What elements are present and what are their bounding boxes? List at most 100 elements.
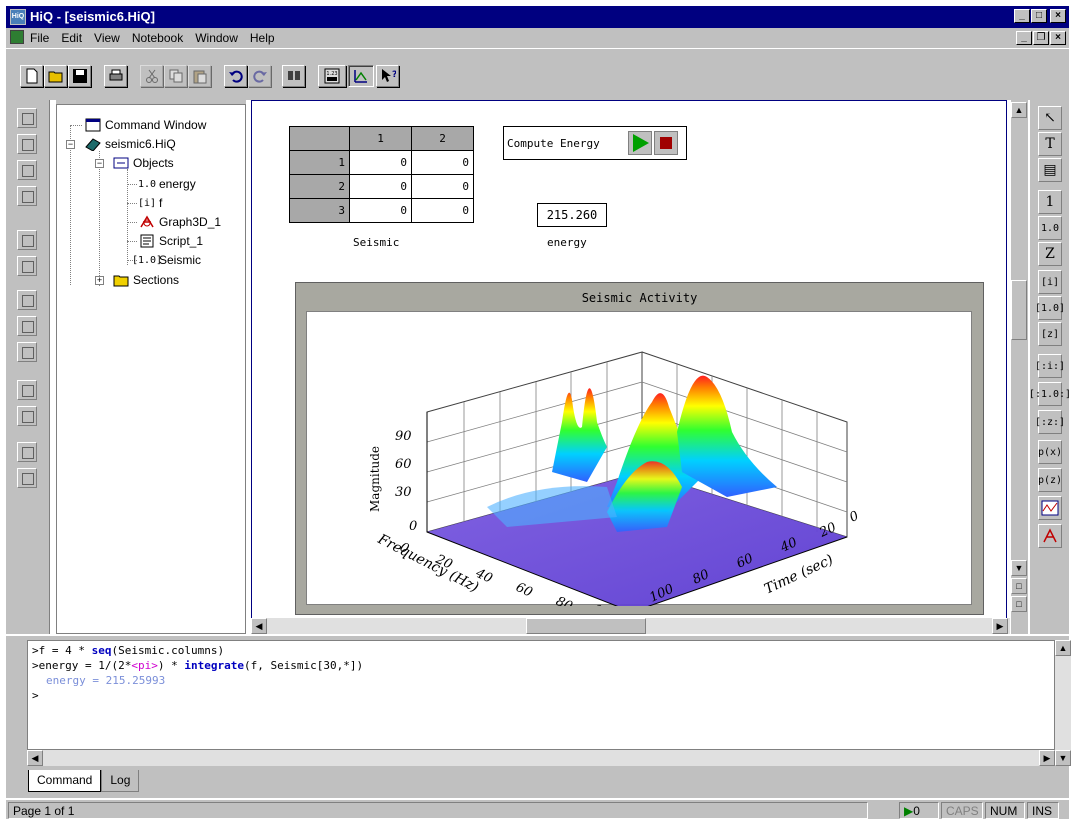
matrix-cell[interactable]: 0 [411, 198, 474, 223]
menu-window[interactable]: Window [195, 31, 238, 45]
graph3d-button[interactable] [1038, 524, 1062, 548]
same-height-icon[interactable] [17, 290, 37, 310]
space-vertical-icon[interactable] [17, 380, 37, 400]
notebook-vertical-scrollbar[interactable]: ▲ ▼ □ □ [1010, 100, 1028, 634]
doc-close-button[interactable]: × [1050, 31, 1066, 45]
cmd-scroll-up-button[interactable]: ▲ [1055, 640, 1071, 656]
cmd-scroll-right-button[interactable]: ▶ [1039, 750, 1055, 766]
sections-expander[interactable]: + [95, 276, 104, 285]
complex-polynomial-button[interactable]: p(z) [1038, 468, 1062, 492]
script-object-button[interactable]: ▤ [1038, 158, 1062, 182]
space-horizontal-icon[interactable] [17, 406, 37, 426]
horizontal-scroll-thumb[interactable] [526, 618, 646, 634]
undo-icon[interactable] [224, 65, 247, 87]
copy-icon[interactable] [164, 65, 187, 87]
scroll-right-button[interactable]: ▶ [992, 618, 1008, 634]
page-up-button[interactable]: □ [1011, 578, 1027, 594]
tree-item-objects[interactable]: Objects [113, 154, 174, 172]
menu-view[interactable]: View [94, 31, 120, 45]
align-top-icon[interactable] [17, 108, 37, 128]
graph2d-button[interactable] [1038, 496, 1062, 520]
open-icon[interactable] [44, 65, 67, 87]
paste-icon[interactable] [188, 65, 211, 87]
text-object-button[interactable]: T [1038, 132, 1062, 156]
real-polynomial-button[interactable]: p(x) [1038, 440, 1062, 464]
run-button[interactable] [628, 131, 652, 155]
real-matrix-button[interactable]: [:1.0:] [1029, 382, 1071, 406]
graph-title: Seismic Activity [581, 291, 698, 305]
matrix-cell[interactable]: 0 [349, 174, 412, 199]
save-icon[interactable] [68, 65, 91, 87]
compute-energy-script[interactable]: Compute Energy [503, 126, 687, 160]
doc-minimize-button[interactable]: _ [1016, 31, 1032, 45]
cmd-scroll-left-button[interactable]: ◀ [27, 750, 43, 766]
minimize-button[interactable]: _ [1014, 9, 1030, 23]
arrange-grid-icon[interactable] [17, 442, 37, 462]
matrix-cell[interactable]: 0 [349, 150, 412, 175]
tree-item-command-window[interactable]: Command Window [85, 116, 206, 134]
tree-item-script[interactable]: Script_1 [139, 232, 203, 250]
redo-icon[interactable] [248, 65, 271, 87]
integer-matrix-button[interactable]: [:i:] [1035, 354, 1065, 378]
doc-restore-button[interactable]: ❐ [1033, 31, 1049, 45]
page-down-button[interactable]: □ [1011, 596, 1027, 612]
help-pointer-icon[interactable]: ? [376, 65, 399, 87]
integer-vector-button[interactable]: [i] [1038, 270, 1062, 294]
align-right-icon[interactable] [17, 186, 37, 206]
new-icon[interactable] [20, 65, 43, 87]
document-icon[interactable] [10, 30, 24, 44]
complex-scalar-button[interactable]: Z [1038, 242, 1062, 266]
tree-item-energy[interactable]: 1.0 energy [138, 175, 196, 193]
matrix-cell[interactable]: 0 [349, 198, 412, 223]
center-vertical-icon[interactable] [17, 230, 37, 250]
objects-expander[interactable]: − [95, 159, 104, 168]
scroll-up-button[interactable]: ▲ [1011, 102, 1027, 118]
tree-item-graph3d[interactable]: Graph3D_1 [139, 213, 221, 231]
tree-item-seismic[interactable]: [1.0] Seismic [132, 251, 201, 269]
scroll-down-button[interactable]: ▼ [1011, 560, 1027, 576]
calculator-icon[interactable]: 1.23 [318, 65, 346, 87]
command-window[interactable]: >f = 4 * seq(Seismic.columns) >energy = … [27, 640, 1055, 750]
command-vertical-scrollbar[interactable]: ▲ ▼ [1055, 640, 1071, 766]
integer-scalar-button[interactable]: 1 [1038, 190, 1062, 214]
tab-log[interactable]: Log [101, 770, 140, 792]
tab-command[interactable]: Command [28, 770, 102, 792]
tree-item-sections[interactable]: Sections [113, 271, 179, 289]
notebook-horizontal-scrollbar[interactable]: ◀ ▶ [251, 618, 1010, 634]
plot-area[interactable]: 0 30 60 90 Magnitude 0 20 40 60 80 100 F… [306, 311, 972, 626]
menu-help[interactable]: Help [250, 31, 275, 45]
graph-icon[interactable] [348, 65, 374, 87]
real-vector-button[interactable]: [1.0] [1035, 296, 1065, 320]
align-left-icon[interactable] [17, 160, 37, 180]
menu-edit[interactable]: Edit [61, 31, 82, 45]
menu-notebook[interactable]: Notebook [132, 31, 183, 45]
seismic-matrix[interactable]: 1 2 1 0 0 2 0 0 3 0 0 [289, 126, 474, 223]
stop-button[interactable] [654, 131, 678, 155]
cmd-scroll-down-button[interactable]: ▼ [1055, 750, 1071, 766]
scroll-left-button[interactable]: ◀ [251, 618, 267, 634]
print-icon[interactable] [104, 65, 127, 87]
command-prompt[interactable]: > [32, 689, 1050, 704]
real-scalar-button[interactable]: 1.0 [1038, 216, 1062, 240]
same-size-icon[interactable] [17, 342, 37, 362]
center-horizontal-icon[interactable] [17, 256, 37, 276]
align-bottom-icon[interactable] [17, 134, 37, 154]
command-horizontal-scrollbar[interactable]: ◀ ▶ [27, 750, 1055, 766]
complex-vector-button[interactable]: [z] [1038, 322, 1062, 346]
same-width-icon[interactable] [17, 316, 37, 336]
matrix-cell[interactable]: 0 [411, 150, 474, 175]
menu-file[interactable]: File [30, 31, 49, 45]
complex-matrix-button[interactable]: [:z:] [1035, 410, 1065, 434]
vertical-scroll-thumb[interactable] [1011, 280, 1027, 340]
arrange-rows-icon[interactable] [17, 468, 37, 488]
energy-value[interactable]: 215.260 [537, 203, 607, 227]
find-icon[interactable] [282, 65, 305, 87]
close-button[interactable]: × [1050, 9, 1066, 23]
cut-icon[interactable] [140, 65, 163, 87]
notebook-expander[interactable]: − [66, 140, 75, 149]
select-pointer-button[interactable]: ↖ [1038, 106, 1062, 130]
maximize-button[interactable]: □ [1031, 9, 1047, 23]
graph3d-object[interactable]: Seismic Activity 0 30 60 90 Magnitude 0 … [295, 282, 984, 626]
matrix-cell[interactable]: 0 [411, 174, 474, 199]
tree-item-f[interactable]: [i] f [138, 194, 162, 212]
